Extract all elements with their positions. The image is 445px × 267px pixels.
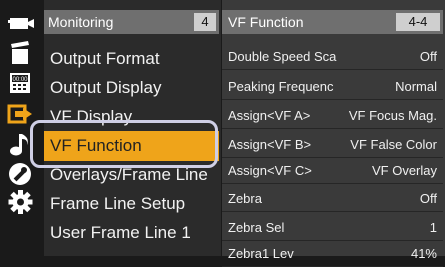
setting-row-zebra[interactable]: Zebra Off: [222, 186, 443, 212]
setting-value: 1: [429, 220, 437, 235]
panel-page-badge: 4-4: [396, 13, 440, 31]
menu-page-badge: 4: [194, 13, 216, 31]
tc-clock-icon[interactable]: 00:00: [6, 70, 34, 96]
focus-highlight-ring: [30, 120, 218, 168]
menu-item-frame-line-setup[interactable]: Frame Line Setup: [44, 189, 219, 219]
setting-row-assign-vf-c[interactable]: Assign<VF C> VF Overlay: [222, 158, 443, 184]
setting-row-zebra-sel[interactable]: Zebra Sel 1: [222, 215, 443, 241]
setting-value: VF False Color: [350, 137, 437, 152]
setting-name: Assign<VF B>: [228, 137, 312, 152]
setting-value: Off: [419, 49, 437, 64]
menu-item-output-format[interactable]: Output Format: [44, 44, 219, 74]
output-icon[interactable]: [6, 101, 34, 127]
camera-icon[interactable]: [8, 14, 34, 30]
setting-row-peaking-frequency[interactable]: Peaking Frequenc Normal: [222, 74, 443, 100]
setting-name: Double Speed Sca: [228, 49, 337, 64]
menu-header: Monitoring 4: [44, 10, 219, 34]
menu-title: Monitoring: [48, 14, 114, 30]
setting-name: Zebra Sel: [228, 220, 285, 235]
setting-value: VF Focus Mag.: [348, 108, 437, 123]
setting-value: Normal: [395, 79, 437, 94]
panel-title: VF Function: [228, 14, 304, 30]
menu-item-user-frame-line-1[interactable]: User Frame Line 1: [44, 218, 219, 248]
setting-name: Assign<VF C>: [228, 163, 312, 178]
clapperboard-icon[interactable]: [6, 40, 34, 66]
setting-row-double-speed-scan[interactable]: Double Speed Sca Off: [222, 44, 443, 70]
setting-name: Zebra: [228, 191, 262, 206]
setting-row-zebra1-level[interactable]: Zebra1 Lev 41%: [222, 241, 443, 267]
setting-value: 41%: [410, 246, 437, 261]
panel-header: VF Function 4-4: [222, 10, 443, 34]
setting-name: Peaking Frequenc: [228, 79, 334, 94]
svg-text:00:00: 00:00: [12, 77, 28, 83]
setting-name: Assign<VF A>: [228, 108, 311, 123]
menu-item-output-display[interactable]: Output Display: [44, 73, 219, 103]
setting-name: Zebra1 Lev: [228, 246, 294, 261]
setting-value: VF Overlay: [371, 163, 437, 178]
setting-value: Off: [419, 191, 437, 206]
setting-row-assign-vf-a[interactable]: Assign<VF A> VF Focus Mag.: [222, 103, 443, 129]
gear-icon[interactable]: [6, 189, 34, 215]
wrench-icon[interactable]: [6, 161, 34, 187]
setting-row-assign-vf-b[interactable]: Assign<VF B> VF False Color: [222, 132, 443, 158]
